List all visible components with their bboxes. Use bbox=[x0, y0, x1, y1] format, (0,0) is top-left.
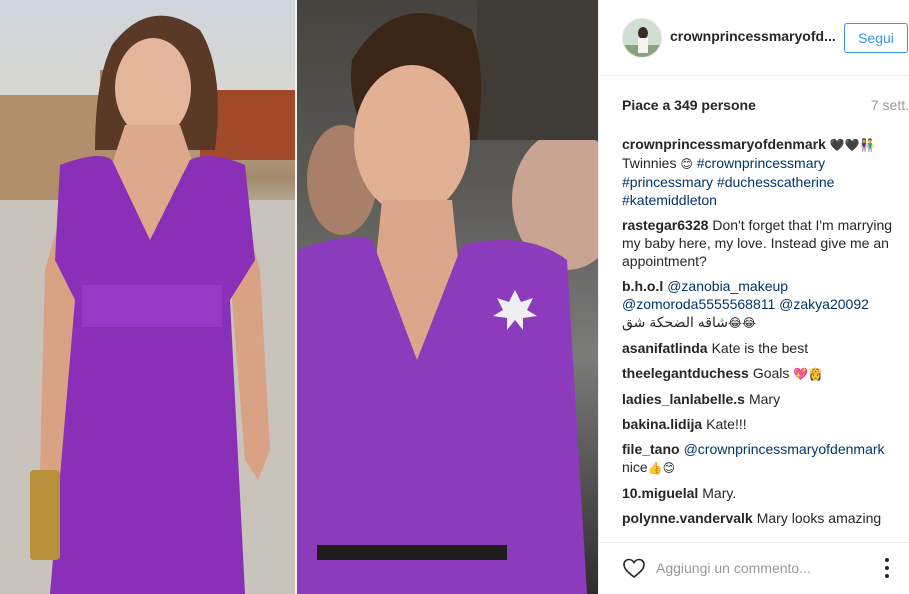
comment-username[interactable]: 10.miguelal bbox=[622, 485, 698, 501]
comment-username[interactable]: rastegar6328 bbox=[622, 217, 708, 233]
comment-item: 10.miguelal Mary. bbox=[622, 484, 897, 502]
likes-count[interactable]: Piace a 349 persone bbox=[622, 97, 756, 113]
comment-emoji: 👍😊 bbox=[647, 461, 676, 475]
comment-mention[interactable]: #princessmary bbox=[622, 174, 713, 190]
comment-input[interactable] bbox=[656, 553, 871, 583]
comment-mention[interactable]: @zanobia_makeup bbox=[667, 278, 788, 294]
comment-item: crownprincessmaryofdenmark 🖤🖤👫 Twinnies 😊 … bbox=[622, 135, 897, 209]
comment-text: nice bbox=[622, 459, 648, 475]
likes-row: Piace a 349 persone 7 sett. bbox=[622, 97, 909, 117]
comment-item: polynne.vandervalkMary looks amazing and… bbox=[622, 509, 897, 530]
comment-text: Kate is the best bbox=[711, 340, 809, 356]
comment-item: asanifatlinda Kate is the best bbox=[622, 339, 897, 357]
comment-username[interactable]: file_tano bbox=[622, 441, 680, 457]
comment-emoji: 🖤🖤👫 bbox=[829, 138, 875, 152]
comment-username[interactable]: ladies_lanlabelle.s bbox=[622, 391, 745, 407]
comment-emoji: 😊 bbox=[680, 157, 693, 171]
avatar-image bbox=[623, 19, 661, 57]
comment-username[interactable]: bakina.lidija bbox=[622, 416, 702, 432]
photo-right-panel bbox=[297, 0, 598, 594]
comment-bar bbox=[599, 542, 909, 594]
photo-left-panel bbox=[0, 0, 295, 594]
comment-text: شاقه الضحكة شق bbox=[622, 314, 728, 330]
photo-left-illustration bbox=[0, 15, 295, 594]
post-header: crownprincessmaryofd... Segui bbox=[599, 0, 909, 76]
post-username[interactable]: crownprincessmaryofd... bbox=[670, 28, 836, 44]
comment-username[interactable]: theelegantduchess bbox=[622, 365, 749, 381]
comment-text: Kate!!! bbox=[706, 416, 747, 432]
comment-username[interactable]: b.h.o.l bbox=[622, 278, 663, 294]
comment-text: Goals bbox=[752, 365, 794, 381]
comment-mention[interactable]: #katemiddleton bbox=[622, 192, 717, 208]
comment-item: ladies_lanlabelle.s Mary bbox=[622, 390, 897, 408]
comment-text: Mary. bbox=[702, 485, 737, 501]
comment-mention[interactable]: @zomoroda5555568811 bbox=[622, 296, 775, 312]
heart-icon[interactable] bbox=[622, 556, 646, 580]
comment-mention[interactable]: @zakya20092 bbox=[775, 296, 869, 312]
comment-item: bakina.lidija Kate!!! bbox=[622, 415, 897, 433]
comment-list: crownprincessmaryofdenmark 🖤🖤👫 Twinnies 😊 … bbox=[622, 135, 897, 530]
post-photo[interactable] bbox=[0, 0, 598, 594]
more-options-icon[interactable] bbox=[884, 557, 890, 579]
comment-username[interactable]: asanifatlinda bbox=[622, 340, 708, 356]
post-side-panel: crownprincessmaryofd... Segui Piace a 34… bbox=[598, 0, 909, 594]
comment-text: Mary bbox=[748, 391, 781, 407]
comment-username[interactable]: polynne.vandervalk bbox=[622, 510, 753, 526]
comment-item: rastegar6328 Don't forget that I'm marryi… bbox=[622, 216, 897, 270]
comment-emoji: 💖👸 bbox=[793, 367, 824, 381]
follow-button[interactable]: Segui bbox=[844, 23, 908, 53]
post-timestamp[interactable]: 7 sett. bbox=[871, 97, 909, 113]
comment-item: b.h.o.l @zanobia_makeup @zomoroda55555688… bbox=[622, 277, 897, 332]
avatar[interactable] bbox=[622, 18, 662, 58]
photo-right-illustration bbox=[297, 0, 598, 594]
comment-text: Twinnies bbox=[622, 155, 681, 171]
comment-emoji: 😂😂 bbox=[727, 316, 756, 330]
comment-username[interactable]: crownprincessmaryofdenmark bbox=[622, 136, 826, 152]
comment-mention[interactable]: @crownprincessmaryofdenmark bbox=[684, 441, 885, 457]
comment-mention[interactable]: #duchesscatherine bbox=[713, 174, 835, 190]
comment-item: theelegantduchess Goals 💖👸 bbox=[622, 364, 897, 383]
comment-mention[interactable]: #crownprincessmary bbox=[693, 155, 825, 171]
comment-item: file_tano @crownprincessmaryofdenmark nic… bbox=[622, 440, 897, 477]
